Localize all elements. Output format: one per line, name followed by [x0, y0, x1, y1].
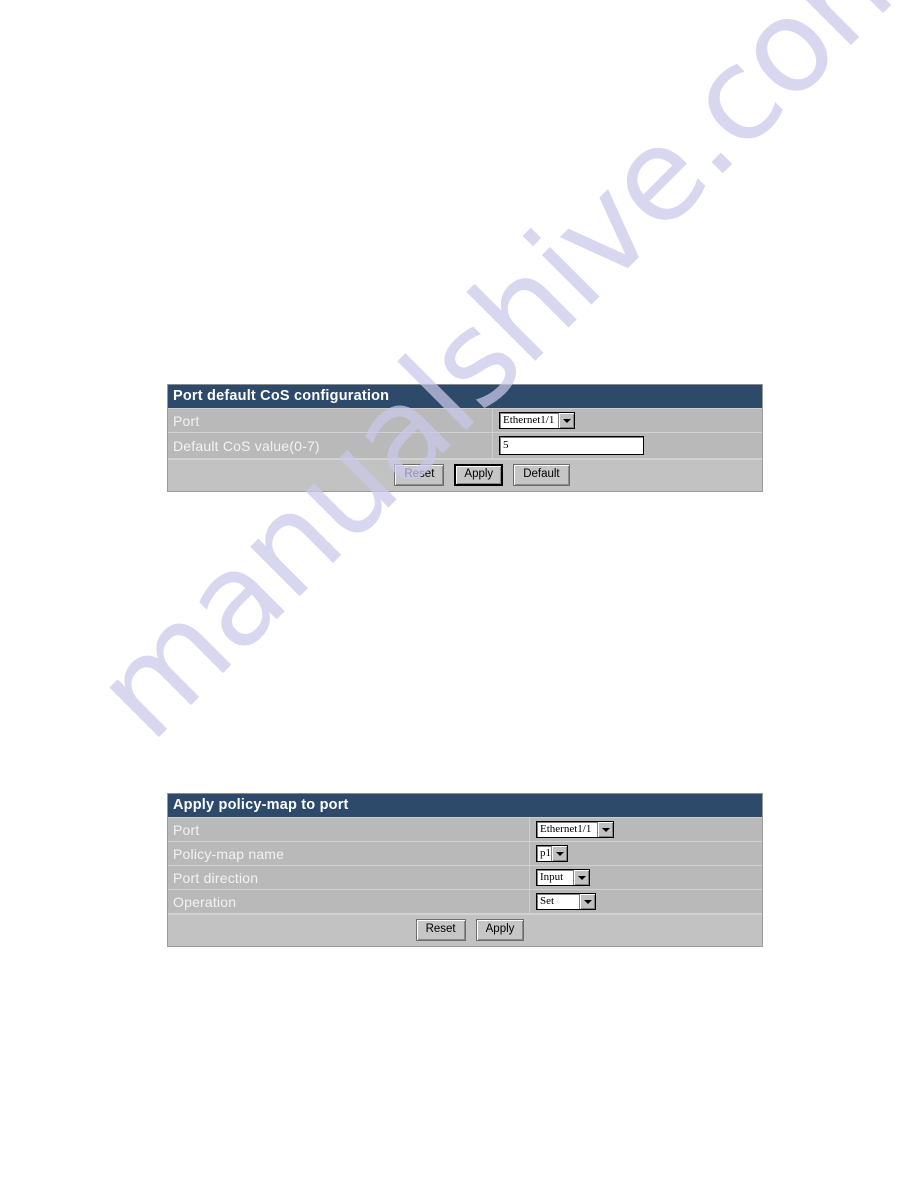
panel-apply-policy-map-to-port: Apply policy-map to port Port Ethernet1/… [167, 793, 763, 947]
table-row: Operation Set [168, 890, 762, 914]
row-label-operation: Operation [168, 890, 530, 913]
row-label-port-direction: Port direction [168, 866, 530, 889]
port-direction-select-value: Input [540, 871, 564, 883]
reset-button[interactable]: Reset [415, 919, 466, 941]
apply-button[interactable]: Apply [475, 919, 525, 941]
row-field-port-direction: Input [530, 866, 762, 889]
row-label-policy-map-name: Policy-map name [168, 842, 530, 865]
table-row: Default CoS value(0-7) 5 [168, 433, 762, 459]
policy-map-name-select-value: p1 [540, 847, 551, 859]
button-row-apply-policy-map: Reset Apply [168, 914, 762, 946]
default-cos-value-input[interactable]: 5 [499, 436, 644, 455]
panel-title-apply-policy-map: Apply policy-map to port [168, 793, 762, 818]
row-field-default-cos-value: 5 [493, 433, 762, 458]
panel-port-default-cos-configuration: Port default CoS configuration Port Ethe… [167, 384, 763, 492]
row-label-port: Port [168, 818, 530, 841]
row-field-policy-map-name: p1 [530, 842, 762, 865]
apply-button[interactable]: Apply [454, 464, 504, 486]
port-select-value: Ethernet1/1 [503, 414, 555, 426]
panel-title-port-default-cos: Port default CoS configuration [168, 384, 762, 409]
chevron-down-icon[interactable] [573, 870, 589, 885]
row-field-operation: Set [530, 890, 762, 913]
table-row: Port Ethernet1/1 [168, 409, 762, 433]
table-row: Port Ethernet1/1 [168, 818, 762, 842]
chevron-down-icon[interactable] [551, 846, 567, 861]
chevron-down-icon[interactable] [597, 822, 613, 837]
row-field-port: Ethernet1/1 [493, 409, 762, 432]
default-button[interactable]: Default [513, 464, 570, 486]
port-direction-select[interactable]: Input [536, 869, 590, 886]
watermark-layer: manualshive.com [0, 0, 918, 1188]
chevron-down-icon[interactable] [558, 413, 574, 428]
port-select[interactable]: Ethernet1/1 [536, 821, 614, 838]
row-label-port: Port [168, 409, 493, 432]
operation-select[interactable]: Set [536, 893, 596, 910]
table-row: Policy-map name p1 [168, 842, 762, 866]
row-label-default-cos-value: Default CoS value(0-7) [168, 433, 493, 458]
port-select-value: Ethernet1/1 [540, 823, 592, 835]
table-row: Port direction Input [168, 866, 762, 890]
operation-select-value: Set [540, 895, 555, 907]
policy-map-name-select[interactable]: p1 [536, 845, 568, 862]
chevron-down-icon[interactable] [579, 894, 595, 909]
reset-button[interactable]: Reset [394, 464, 445, 486]
button-row-port-default-cos: Reset Apply Default [168, 459, 762, 491]
row-field-port: Ethernet1/1 [530, 818, 762, 841]
port-select[interactable]: Ethernet1/1 [499, 412, 575, 429]
